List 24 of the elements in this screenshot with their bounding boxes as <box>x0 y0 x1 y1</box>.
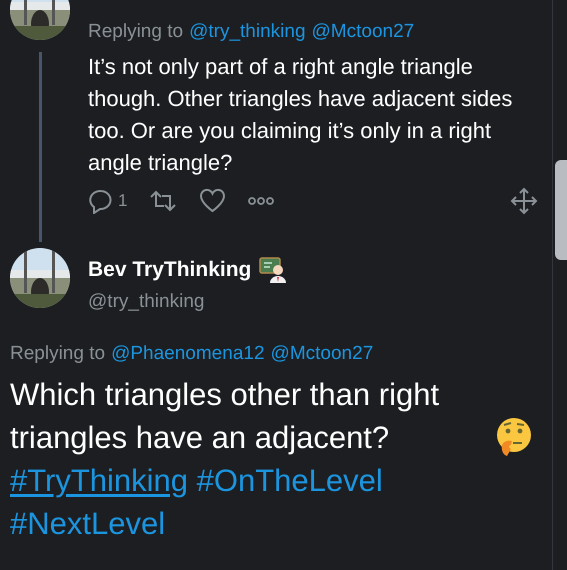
mention-link[interactable]: @Mctoon27 <box>270 340 374 368</box>
tweet-text: Which triangles other than right triangles have an adjacent? <box>10 376 440 456</box>
user-handle: @try_thinking <box>88 290 206 314</box>
thinking-emoji-icon <box>494 416 534 456</box>
move-icon <box>510 186 538 214</box>
hashtag-link[interactable]: #TryThinking <box>10 462 188 498</box>
reply-button[interactable]: 1 <box>88 188 128 214</box>
reply-icon <box>88 188 114 214</box>
heart-icon <box>199 188 226 213</box>
mention-link[interactable]: @Mctoon27 <box>312 18 414 46</box>
replying-label: Replying to <box>88 20 184 44</box>
mention-link[interactable]: @Phaenomena12 <box>111 340 265 368</box>
hashtag-link[interactable]: #NextLevel <box>10 506 166 540</box>
more-button[interactable] <box>248 196 274 206</box>
replying-label: Replying to <box>10 342 106 366</box>
tweet-text: It’s not only part of a right angle triangle though. Other triangles have adjacent sides too. Or are you claiming it’s only in a right angle triangle? <box>88 52 514 177</box>
mention-link[interactable]: @try_thinking <box>189 18 306 46</box>
scrollbar-thumb[interactable] <box>555 160 567 260</box>
user-name[interactable]: Bev TryThinking <box>88 254 252 286</box>
hashtag-link[interactable]: #OnTheLevel <box>196 462 383 498</box>
share-button[interactable] <box>510 186 538 214</box>
teacher-icon <box>259 256 288 283</box>
more-icon <box>248 196 274 206</box>
like-button[interactable] <box>199 188 226 213</box>
